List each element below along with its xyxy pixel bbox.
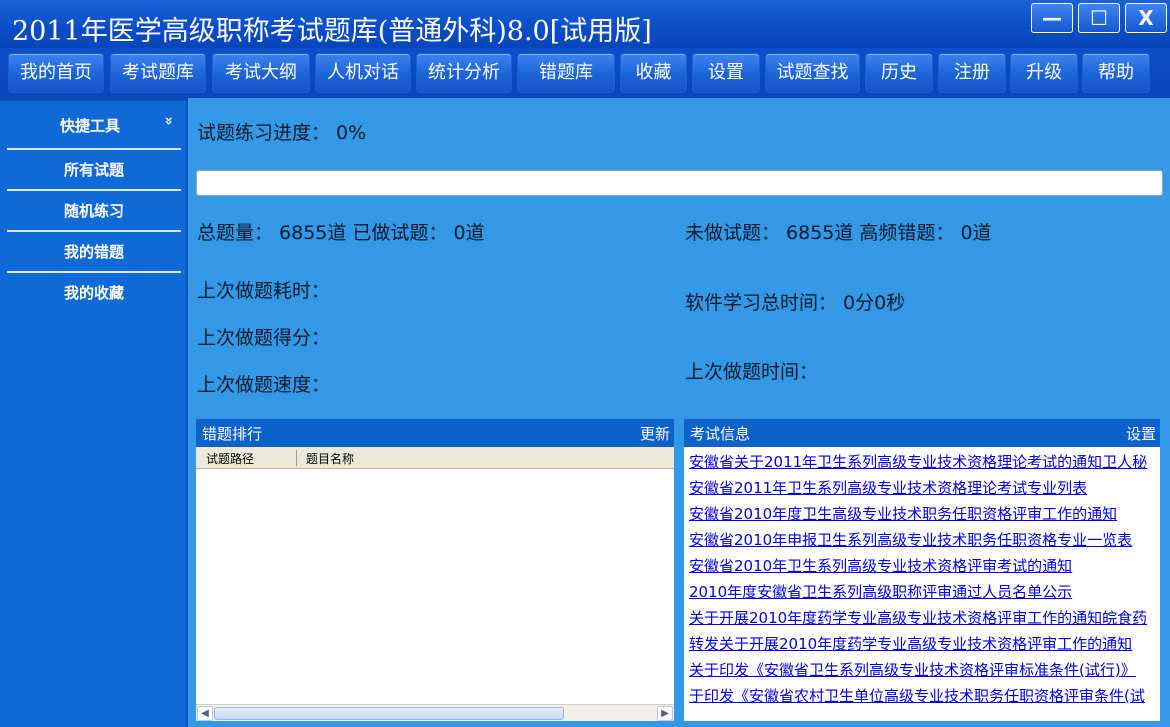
toolbar-history-button[interactable]: 历史: [865, 53, 933, 93]
sidebar-item-my-favorites[interactable]: 我的收藏: [7, 274, 181, 312]
window-title: 2011年医学高级职称考试题库(普通外科)8.0[试用版]: [12, 16, 652, 47]
list-item[interactable]: 安徽省关于2011年卫生系列高级专业技术资格理论考试的通知卫人秘: [689, 449, 1160, 475]
list-item[interactable]: 安徽省2010年申报卫生系列高级专业技术职务任职资格专业一览表: [689, 527, 1160, 553]
column-header-name[interactable]: 题目名称: [306, 450, 354, 467]
toolbar-question-bank-button[interactable]: 考试题库: [110, 53, 206, 93]
column-divider[interactable]: [296, 450, 297, 466]
progress-label: 试题练习进度： 0%: [197, 122, 367, 144]
chevron-down-icon[interactable]: »: [161, 116, 177, 125]
toolbar-upgrade-button[interactable]: 升级: [1010, 53, 1078, 93]
toolbar-syllabus-button[interactable]: 考试大纲: [212, 53, 310, 93]
undone-questions-stat: 未做试题： 6855道 高频错题： 0道: [685, 222, 992, 244]
minimize-button[interactable]: —: [1031, 3, 1073, 33]
exam-info-settings-link[interactable]: 设置: [1126, 423, 1156, 444]
sidebar-header-label: 快捷工具: [60, 117, 121, 135]
close-button[interactable]: X: [1125, 3, 1167, 33]
divider: [7, 271, 181, 273]
last-speed-label: 上次做题速度：: [197, 374, 331, 396]
progress-bar: [196, 170, 1163, 196]
sidebar-item-my-wrong[interactable]: 我的错题: [7, 233, 181, 271]
exam-info-title: 考试信息: [690, 425, 751, 443]
toolbar-dialog-button[interactable]: 人机对话: [315, 53, 411, 93]
list-item[interactable]: 转发关于开展2010年度药学专业高级专业技术资格评审工作的通知: [689, 631, 1160, 657]
list-item[interactable]: 关于开展2010年度药学专业高级专业技术资格评审工作的通知皖食药: [689, 605, 1160, 631]
last-duration-label: 上次做题耗时：: [197, 280, 331, 302]
title-bar: 2011年医学高级职称考试题库(普通外科)8.0[试用版] — ☐ X: [0, 0, 1170, 48]
maximize-button[interactable]: ☐: [1078, 3, 1120, 33]
list-item[interactable]: 于印发《安徽省农村卫生单位高级专业技术职务任职资格评审条件(试: [689, 683, 1160, 709]
refresh-link[interactable]: 更新: [640, 423, 670, 444]
exam-info-list: 安徽省关于2011年卫生系列高级专业技术资格理论考试的通知卫人秘 安徽省2011…: [689, 449, 1160, 709]
sidebar-header[interactable]: 快捷工具 »: [8, 107, 182, 147]
table-header: 试题路径 题目名称: [196, 447, 674, 469]
list-item[interactable]: 安徽省2010年卫生系列高级专业技术资格评审考试的通知: [689, 553, 1160, 579]
toolbar-home-button[interactable]: 我的首页: [8, 53, 104, 93]
scroll-right-icon[interactable]: ▶: [657, 706, 673, 721]
toolbar-settings-button[interactable]: 设置: [692, 53, 760, 93]
divider: [7, 148, 181, 150]
sidebar-item-random-practice[interactable]: 随机练习: [7, 192, 181, 230]
horizontal-scrollbar[interactable]: ◀ ▶: [196, 704, 674, 721]
wrong-ranking-header: 错题排行 更新: [196, 419, 674, 447]
scrollbar-thumb[interactable]: [214, 707, 564, 720]
wrong-ranking-panel: 错题排行 更新 试题路径 题目名称 ◀ ▶: [196, 419, 674, 721]
toolbar-wrong-bank-button[interactable]: 错题库: [517, 53, 615, 93]
main-content: 试题练习进度： 0% 总题量： 6855道 已做试题： 0道 未做试题： 685…: [190, 98, 1170, 727]
exam-info-panel: 考试信息 设置 安徽省关于2011年卫生系列高级专业技术资格理论考试的通知卫人秘…: [684, 419, 1160, 721]
toolbar-statistics-button[interactable]: 统计分析: [416, 53, 512, 93]
list-item[interactable]: 安徽省2011年卫生系列高级专业技术资格理论考试专业列表: [689, 475, 1160, 501]
sidebar-item-all-questions[interactable]: 所有试题: [7, 151, 181, 189]
column-header-path[interactable]: 试题路径: [206, 450, 254, 467]
list-item[interactable]: 2010年度安徽省卫生系列高级职称评审通过人员名单公示: [689, 579, 1160, 605]
scroll-left-icon[interactable]: ◀: [197, 706, 213, 721]
total-study-time-stat: 软件学习总时间： 0分0秒: [685, 292, 906, 314]
toolbar-register-button[interactable]: 注册: [938, 53, 1006, 93]
toolbar-search-button[interactable]: 试题查找: [765, 53, 860, 93]
toolbar-help-button[interactable]: 帮助: [1082, 53, 1150, 93]
last-time-label: 上次做题时间：: [685, 361, 819, 383]
main-toolbar: 我的首页 考试题库 考试大纲 人机对话 统计分析 错题库 收藏 设置 试题查找 …: [0, 48, 1170, 98]
toolbar-favorites-button[interactable]: 收藏: [620, 53, 687, 93]
divider: [7, 189, 181, 191]
list-item[interactable]: 安徽省2010年度卫生高级专业技术职务任职资格评审工作的通知: [689, 501, 1160, 527]
wrong-ranking-title: 错题排行: [202, 425, 263, 443]
sidebar: 快捷工具 » 所有试题 随机练习 我的错题 我的收藏: [0, 98, 188, 727]
exam-info-header: 考试信息 设置: [684, 419, 1160, 447]
divider: [7, 230, 181, 232]
list-item[interactable]: 关于印发《安徽省卫生系列高级专业技术资格评审标准条件(试行)》: [689, 657, 1160, 683]
total-questions-stat: 总题量： 6855道 已做试题： 0道: [197, 222, 485, 244]
last-score-label: 上次做题得分：: [197, 327, 331, 349]
